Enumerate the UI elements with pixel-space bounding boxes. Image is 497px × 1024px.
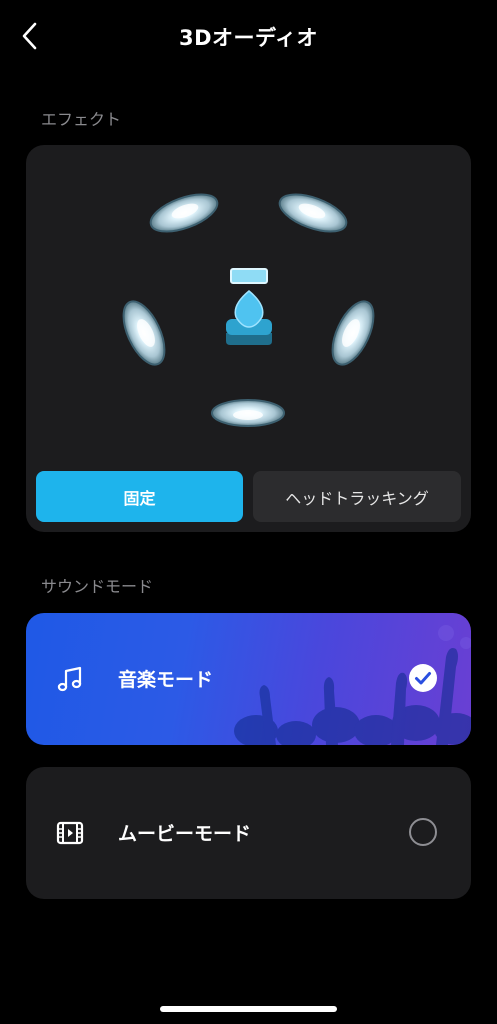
- movie-mode-label: ムービーモード: [118, 823, 252, 845]
- music-mode-label: 音楽モード: [118, 669, 214, 691]
- concert-crowd-illustration: [234, 625, 471, 745]
- home-indicator: [160, 1006, 337, 1012]
- speaker-icon: [122, 300, 166, 366]
- speaker-icon: [149, 193, 219, 233]
- head-tracking-button[interactable]: ヘッドトラッキング: [253, 471, 461, 522]
- sound-mode-section-label: サウンドモード: [41, 577, 154, 596]
- music-note-icon: [57, 666, 82, 692]
- effect-card: 固定 ヘッドトラッキング: [26, 145, 471, 532]
- speaker-icon: [278, 193, 348, 233]
- page-title: 3Dオーディオ: [178, 26, 319, 50]
- music-mode-option[interactable]: 音楽モード: [26, 613, 471, 745]
- radio-unselected-icon: [409, 818, 437, 846]
- effect-section-label: エフェクト: [41, 110, 122, 129]
- film-icon: [56, 821, 84, 845]
- spatial-audio-illustration: [122, 193, 375, 427]
- listener-icon: [226, 268, 272, 345]
- speaker-icon: [331, 300, 375, 366]
- speaker-icon: [211, 399, 285, 427]
- screen: 3Dオーディオ エフェクト 固定 ヘッドトラッキング サウンドモード 音楽モード…: [0, 0, 497, 1024]
- navigation-bar: 3Dオーディオ: [0, 0, 497, 72]
- check-circle-icon: [409, 664, 437, 692]
- movie-mode-option[interactable]: ムービーモード: [26, 767, 471, 899]
- fixed-mode-button[interactable]: 固定: [36, 471, 243, 522]
